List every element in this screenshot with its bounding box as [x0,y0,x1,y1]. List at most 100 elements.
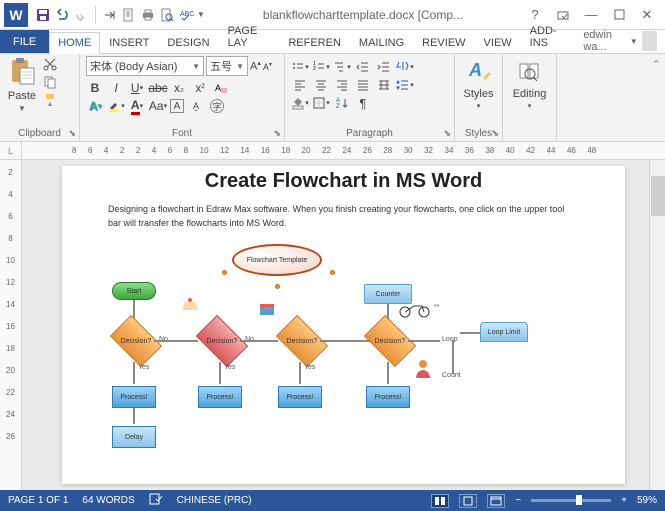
font-size-combo[interactable]: 五号▼ [206,56,248,76]
read-mode-icon[interactable] [431,494,449,508]
clipboard-dialog-launcher[interactable]: ⬊ [68,128,76,139]
asian-layout-icon[interactable]: ▾ [396,58,414,76]
ruler-horizontal[interactable]: 8642246810121416182022242628303234363840… [22,142,665,159]
decrease-font-icon[interactable]: A▾ [263,61,272,72]
ruler-vertical[interactable]: 2468101214161820222426 [0,160,22,490]
tab-mailings[interactable]: MAILING [350,32,413,53]
decrease-indent-icon[interactable] [354,58,372,76]
shape-start: Start [112,282,156,300]
tab-pagelayout[interactable]: PAGE LAY [219,20,280,53]
show-hide-icon[interactable]: ¶ [354,94,372,112]
user-account[interactable]: edwin wa...▼ [575,29,665,53]
print-layout-icon[interactable] [459,494,477,508]
shape-delay: Delay [112,426,156,448]
close-icon[interactable]: ✕ [637,5,657,25]
clear-format-icon[interactable]: A [212,79,230,97]
minimize-icon[interactable]: — [581,5,601,25]
font-dialog-launcher[interactable]: ⬊ [273,128,281,139]
change-case-icon[interactable]: Aa▾ [149,97,167,115]
align-right-icon[interactable] [333,76,351,94]
print-icon[interactable] [140,7,156,23]
spellcheck-icon[interactable]: ABC [178,7,194,23]
distribute-icon[interactable] [375,76,393,94]
shape-counter: Counter [364,284,412,304]
shape-process2: Process! [198,386,242,408]
group-font-label: Font [80,128,284,139]
increase-indent-icon[interactable] [375,58,393,76]
spell-status-icon[interactable] [149,493,163,508]
subscript-button[interactable]: x₂ [170,79,188,97]
paragraph-dialog-launcher[interactable]: ⬊ [443,128,451,139]
line-spacing-icon[interactable]: ▾ [396,76,414,94]
ruler-corner: L [0,142,22,159]
underline-button[interactable]: U▾ [128,79,146,97]
font-family-combo[interactable]: 宋体 (Body Asian)▼ [86,56,204,76]
shape-looplimit: Loop Limit [480,322,528,342]
tab-view[interactable]: VIEW [475,32,521,53]
styles-dialog-launcher[interactable]: ⬊ [491,128,499,139]
borders-icon[interactable]: ▾ [312,94,330,112]
collapse-ribbon-icon[interactable]: ⌃ [652,58,661,71]
maximize-icon[interactable] [609,5,629,25]
editing-button[interactable]: Editing▾ [509,56,550,112]
tab-insert[interactable]: INSERT [100,32,158,53]
font-color-icon[interactable]: A▾ [128,97,146,115]
shading-icon[interactable]: ▾ [291,94,309,112]
paste-button[interactable]: Paste ▼ [6,56,38,124]
document-icon[interactable] [121,7,137,23]
enclose-char-icon[interactable]: 字 [208,97,226,115]
numbering-icon[interactable]: 12▾ [312,58,330,76]
phonetic-icon[interactable]: A̬ [187,97,205,115]
doc-body: Designing a flowchart in Edraw Max softw… [102,203,585,240]
tab-design[interactable]: DESIGN [158,32,218,53]
italic-button[interactable]: I [107,79,125,97]
preview-icon[interactable] [159,7,175,23]
tab-file[interactable]: FILE [0,30,49,53]
copy-icon[interactable] [42,74,58,90]
tab-home[interactable]: HOME [49,32,100,54]
ribbon-tabs: FILE HOME INSERT DESIGN PAGE LAY REFEREN… [0,30,665,54]
tab-references[interactable]: REFEREN [279,32,350,53]
align-left-icon[interactable] [291,76,309,94]
web-layout-icon[interactable] [487,494,505,508]
shape-process3: Process! [278,386,322,408]
gift-icon [258,300,276,316]
redo-icon[interactable] [73,7,89,23]
multilevel-icon[interactable]: ▾ [333,58,351,76]
shape-process: Process! [112,386,156,408]
text-effects-icon[interactable]: A▾ [86,97,104,115]
qat-dropdown-icon[interactable]: ▼ [197,10,205,19]
zoom-level[interactable]: 59% [637,495,657,506]
flowchart-title-oval: Flowchart Template [232,244,322,276]
cut-icon[interactable] [42,56,58,72]
zoom-out-icon[interactable]: − [515,495,521,506]
bullets-icon[interactable]: ▾ [291,58,309,76]
document-page[interactable]: Create Flowchart in MS Word Designing a … [62,166,625,484]
undo-icon[interactable] [54,7,70,23]
bold-button[interactable]: B [86,79,104,97]
strikethrough-button[interactable]: abc [149,79,167,97]
page-count[interactable]: PAGE 1 OF 1 [8,495,68,506]
sort-icon[interactable]: AZ [333,94,351,112]
highlight-icon[interactable]: ▾ [107,97,125,115]
zoom-slider[interactable] [531,499,611,502]
language[interactable]: CHINESE (PRC) [177,495,252,506]
zoom-in-icon[interactable]: + [621,495,627,506]
save-icon[interactable] [35,7,51,23]
tab-addins[interactable]: ADD-INS [521,20,576,53]
word-count[interactable]: 64 WORDS [82,495,134,506]
arrow-icon[interactable] [102,7,118,23]
styles-button[interactable]: A Styles▾ [461,56,496,112]
align-center-icon[interactable] [312,76,330,94]
increase-font-icon[interactable]: A▴ [250,59,261,73]
justify-icon[interactable] [354,76,372,94]
superscript-button[interactable]: x² [191,79,209,97]
avatar-icon [642,31,657,51]
char-border-icon[interactable]: A [170,99,184,113]
doc-title: Create Flowchart in MS Word [102,166,585,203]
bicycle-icon [398,302,432,318]
format-painter-icon[interactable] [42,92,58,108]
tab-review[interactable]: REVIEW [413,32,474,53]
svg-text:2: 2 [313,66,316,72]
vertical-scrollbar[interactable] [649,160,665,490]
